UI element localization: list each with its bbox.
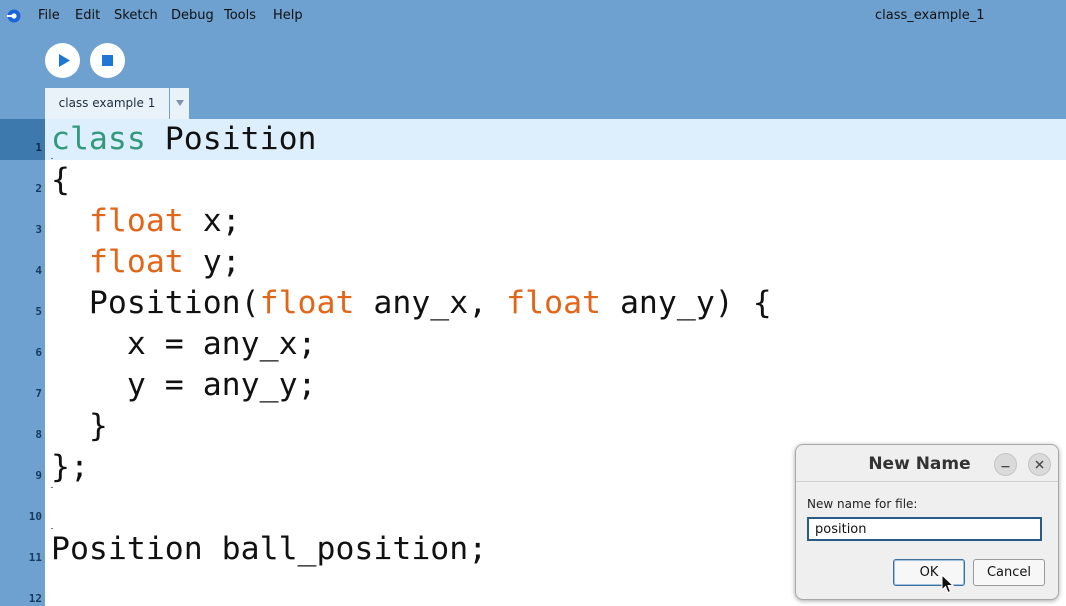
stop-icon — [102, 55, 113, 66]
line-number: 1 — [35, 141, 42, 154]
code-token: }; — [51, 449, 89, 485]
code-token: Position — [145, 121, 317, 157]
tab-class-example-1[interactable]: class example 1 — [45, 88, 169, 119]
processing-app-icon — [7, 9, 21, 23]
code-token: { — [51, 162, 70, 198]
minimize-icon — [1001, 466, 1010, 468]
code-line: float x; — [51, 201, 241, 242]
code-token: Position( — [51, 285, 260, 321]
menu-bar: File Edit Sketch Debug Tools Help class_… — [0, 0, 1066, 34]
new-name-label: New name for file: — [807, 497, 918, 511]
keyword-token: class — [51, 121, 146, 157]
close-icon — [1035, 460, 1044, 469]
keyword-token: float — [88, 244, 184, 280]
fold-marker — [51, 487, 53, 488]
menu-file[interactable]: File — [38, 8, 60, 23]
menu-help[interactable]: Help — [273, 8, 303, 23]
code-token: any_x, — [354, 285, 507, 321]
run-button[interactable] — [45, 43, 80, 78]
rename-dialog: New Name New name for file: OK Cancel — [795, 444, 1059, 600]
keyword-token: float — [259, 285, 355, 321]
keyword-token: float — [506, 285, 601, 321]
code-line: { — [51, 160, 70, 201]
code-line: }; — [51, 447, 89, 488]
dialog-minimize-button[interactable] — [994, 453, 1017, 476]
code-token: Position ball_position; — [51, 531, 488, 567]
play-icon — [59, 54, 70, 67]
code-token: x; — [183, 203, 241, 239]
menu-debug[interactable]: Debug — [171, 8, 214, 23]
stop-button[interactable] — [90, 43, 125, 78]
line-number: 10 — [28, 510, 42, 523]
code-token: } — [51, 408, 108, 444]
code-line: float y; — [51, 242, 241, 283]
code-line: Position(float any_x, float any_y) { — [51, 283, 772, 324]
line-number: 3 — [35, 223, 42, 236]
code-line: x = any_x; — [51, 324, 317, 365]
line-number: 8 — [35, 428, 42, 441]
menu-edit[interactable]: Edit — [75, 8, 100, 23]
line-number: 6 — [35, 346, 42, 359]
dialog-divider — [796, 481, 1058, 482]
code-token: any_y) { — [601, 285, 772, 321]
window-title: class_example_1 — [875, 8, 985, 23]
line-number: 11 — [28, 551, 42, 564]
code-line: } — [51, 406, 108, 447]
tab-menu-button[interactable] — [170, 88, 189, 119]
code-token: y = any_y; — [51, 367, 317, 403]
line-number: 5 — [35, 305, 42, 318]
code-token: x = any_x; — [51, 326, 317, 362]
line-number: 4 — [35, 264, 42, 277]
new-name-input[interactable] — [807, 517, 1042, 541]
fold-marker — [51, 158, 53, 159]
menu-sketch[interactable]: Sketch — [114, 8, 158, 23]
code-line: Position ball_position; — [51, 529, 487, 570]
chevron-down-icon — [176, 100, 184, 106]
line-number: 9 — [35, 469, 42, 482]
code-line: y = any_y; — [51, 365, 317, 406]
code-token: y; — [183, 244, 241, 280]
code-line: class Position — [51, 119, 317, 160]
line-number: 2 — [35, 182, 42, 195]
dialog-close-button[interactable] — [1028, 453, 1051, 476]
keyword-token: float — [88, 203, 184, 239]
cancel-button[interactable]: Cancel — [973, 559, 1045, 586]
mouse-pointer-icon — [941, 574, 955, 594]
line-number: 7 — [35, 387, 42, 400]
line-number: 12 — [28, 592, 42, 605]
menu-tools[interactable]: Tools — [224, 8, 256, 23]
fold-marker — [51, 528, 53, 529]
